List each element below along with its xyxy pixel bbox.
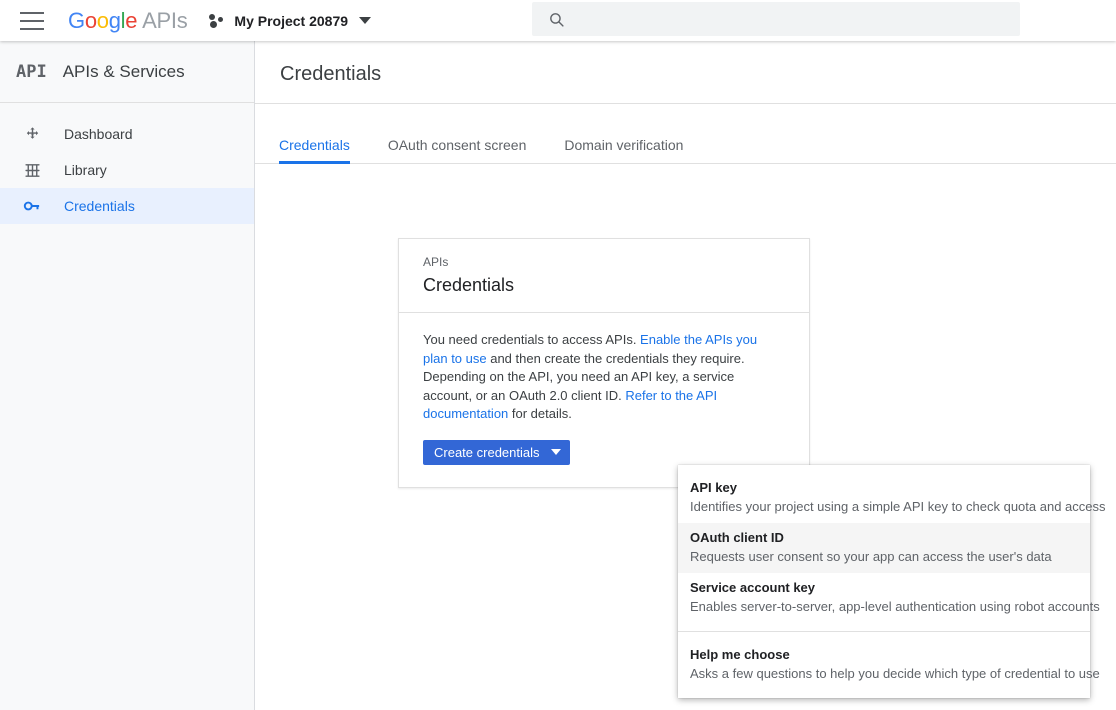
card-description: You need credentials to access APIs. Ena… — [423, 331, 785, 424]
menu-item-title: API key — [690, 480, 737, 495]
logo-letter: e — [125, 7, 138, 33]
sidebar-item-label: Library — [64, 162, 107, 178]
menu-item-subtitle: Enables server-to-server, app-level auth… — [690, 599, 1100, 614]
menu-item-title: OAuth client ID — [690, 530, 784, 545]
tab-domain-verification[interactable]: Domain verification — [564, 137, 683, 163]
create-credentials-menu: API key Identifies your project using a … — [678, 465, 1106, 698]
sidebar-item-credentials[interactable]: Credentials — [0, 188, 254, 224]
app-header: Google APIs My Project 20879 — [0, 0, 1116, 41]
menu-item-subtitle: Asks a few questions to help you decide … — [690, 666, 1100, 681]
desc-text-part1: You need credentials to access APIs. — [423, 332, 641, 347]
menu-item-subtitle: Identifies your project using a simple A… — [690, 499, 1106, 514]
logo-letter: G — [68, 7, 85, 33]
key-icon — [20, 197, 44, 215]
logo-letter: g — [108, 7, 121, 33]
menu-divider — [678, 631, 1090, 632]
search-icon — [548, 11, 565, 28]
sidebar-item-library[interactable]: Library — [0, 152, 254, 188]
dashboard-icon — [20, 126, 44, 143]
menu-item-api-key[interactable]: API key Identifies your project using a … — [678, 473, 1106, 523]
sidebar-item-label: Dashboard — [64, 126, 133, 142]
title-divider — [255, 103, 1116, 104]
sidebar-nav: Dashboard Library Credentials — [0, 103, 254, 224]
sidebar-item-label: Credentials — [64, 198, 135, 214]
menu-item-title: Help me choose — [690, 647, 790, 662]
google-apis-logo[interactable]: Google APIs — [68, 7, 188, 33]
tab-bar: Credentials OAuth consent screen Domain … — [255, 121, 1116, 164]
hamburger-menu-icon[interactable] — [20, 11, 44, 30]
create-credentials-label: Create credentials — [434, 444, 540, 460]
hamburger-bar — [20, 19, 44, 22]
desc-text-part3: for details. — [508, 406, 572, 421]
credentials-card: APIs Credentials You need credentials to… — [398, 238, 810, 488]
project-dots-icon — [209, 13, 225, 28]
tab-credentials[interactable]: Credentials — [279, 137, 350, 164]
search-bar[interactable] — [532, 2, 1020, 36]
logo-letter: o — [84, 7, 97, 33]
card-title: Credentials — [423, 275, 515, 295]
menu-item-help-me-choose[interactable]: Help me choose Asks a few questions to h… — [678, 640, 1100, 690]
library-icon — [20, 162, 44, 179]
search-input[interactable] — [577, 11, 997, 27]
api-logo-icon: API — [16, 61, 47, 82]
menu-item-title: Service account key — [690, 580, 816, 595]
sidebar: API APIs & Services Dashboard Library Cr… — [0, 41, 255, 710]
create-credentials-button[interactable]: Create credentials — [423, 439, 570, 465]
chevron-down-icon — [359, 17, 372, 24]
chevron-down-icon — [550, 449, 561, 455]
sidebar-header: API APIs & Services — [0, 41, 254, 103]
sidebar-title: APIs & Services — [62, 61, 185, 81]
card-body: You need credentials to access APIs. Ena… — [399, 313, 809, 487]
menu-item-oauth-client-id[interactable]: OAuth client ID Requests user consent so… — [678, 523, 1090, 573]
menu-item-subtitle: Requests user consent so your app can ac… — [690, 549, 1052, 564]
project-name-label: My Project 20879 — [234, 12, 349, 29]
menu-item-service-account-key[interactable]: Service account key Enables server-to-se… — [678, 573, 1100, 623]
logo-letter: o — [96, 7, 109, 33]
card-eyebrow-label: APIs — [423, 255, 449, 269]
hamburger-bar — [20, 27, 44, 30]
hamburger-bar — [20, 11, 44, 14]
tab-oauth-consent-screen[interactable]: OAuth consent screen — [388, 137, 527, 163]
sidebar-item-dashboard[interactable]: Dashboard — [0, 116, 254, 152]
card-header: APIs Credentials — [399, 239, 809, 313]
logo-product-name: APIs — [142, 7, 188, 33]
page-title: Credentials — [280, 63, 382, 85]
project-selector[interactable]: My Project 20879 — [209, 7, 372, 35]
